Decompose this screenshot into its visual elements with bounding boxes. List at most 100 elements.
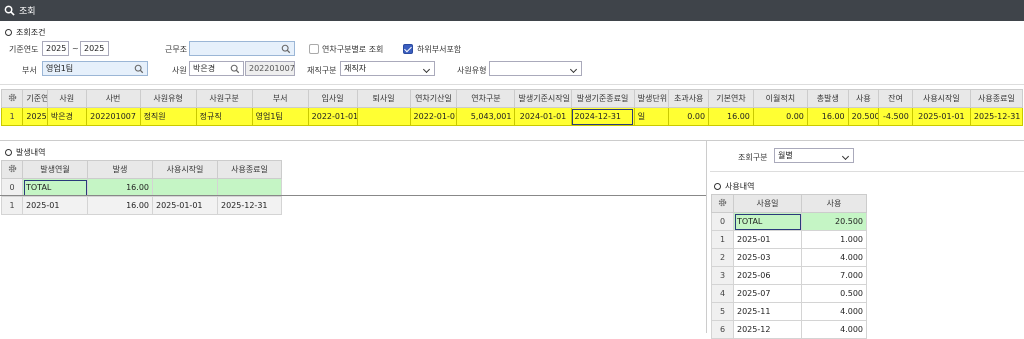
table-cell[interactable]: 2025-07 <box>733 284 802 303</box>
column-header[interactable]: 사용 <box>847 89 880 108</box>
column-header[interactable]: 연차기산일 <box>409 89 458 108</box>
table-cell[interactable]: 2024-12-31 <box>570 107 635 126</box>
table-cell[interactable]: 1.000 <box>801 230 867 249</box>
column-header[interactable]: 부서 <box>251 89 309 108</box>
table-cell[interactable]: 2025-03 <box>733 248 802 267</box>
employee-name-input[interactable]: 박은경 <box>189 61 244 76</box>
magnifier-icon[interactable] <box>134 64 144 74</box>
column-header[interactable]: 총발생 <box>806 89 849 108</box>
column-header[interactable]: 사원구분 <box>195 89 253 108</box>
column-header[interactable]: 사용 <box>801 194 867 213</box>
table-cell[interactable]: 5,043,001 <box>456 107 516 126</box>
table-row[interactable]: 0 TOTAL 16.00 <box>1 178 282 197</box>
table-cell[interactable] <box>152 178 218 197</box>
table-row[interactable]: 1 2025-01 16.00 2025-01-01 2025-12-31 <box>1 196 282 215</box>
table-cell[interactable]: 4.000 <box>801 302 867 321</box>
table-cell[interactable]: 2025-06 <box>733 266 802 285</box>
table-cell[interactable]: 2022-01-01 <box>307 107 358 126</box>
table-cell[interactable] <box>356 107 411 126</box>
row-number: 4 <box>711 284 734 303</box>
table-row[interactable]: 5 2025-11 4.000 <box>711 302 867 321</box>
table-cell[interactable]: 정규직 <box>195 107 253 126</box>
column-header[interactable]: 사용종료일 <box>969 89 1024 108</box>
work-group-input[interactable] <box>189 41 295 56</box>
grid-settings-button[interactable] <box>0 89 24 108</box>
table-cell[interactable]: 2025-01-01 <box>152 196 218 215</box>
table-cell[interactable]: 2022-01-01 <box>409 107 458 126</box>
grid-settings-button[interactable] <box>711 194 734 213</box>
year-to-input[interactable]: 2025 <box>80 41 109 56</box>
table-row[interactable]: 6 2025-12 4.000 <box>711 320 867 339</box>
table-cell[interactable]: 16.00 <box>806 107 849 126</box>
panel-splitter[interactable] <box>706 140 707 333</box>
table-cell[interactable]: TOTAL <box>733 212 802 231</box>
magnifier-icon[interactable] <box>230 64 240 74</box>
column-header[interactable]: 초과사용 <box>668 89 710 108</box>
view-type-select[interactable]: 월별 <box>774 148 854 163</box>
table-cell[interactable]: 0.500 <box>801 284 867 303</box>
table-cell[interactable]: 2025 <box>22 107 48 126</box>
column-header[interactable]: 발생기준종료일 <box>570 89 635 108</box>
table-cell[interactable]: 16.00 <box>87 178 153 197</box>
table-row[interactable]: 2 2025-03 4.000 <box>711 248 867 267</box>
column-header[interactable]: 발생기준시작일 <box>514 89 572 108</box>
table-cell[interactable]: 박은경 <box>46 107 87 126</box>
column-header[interactable]: 연차구분 <box>456 89 516 108</box>
table-cell[interactable]: 정직원 <box>139 107 197 126</box>
table-cell[interactable]: -4.500 <box>878 107 913 126</box>
status-select[interactable]: 재직자 <box>340 61 435 76</box>
column-header[interactable]: 사원 <box>46 89 87 108</box>
table-cell[interactable]: 2025-11 <box>733 302 802 321</box>
table-row[interactable]: 4 2025-07 0.500 <box>711 284 867 303</box>
column-header[interactable]: 입사일 <box>307 89 358 108</box>
column-header[interactable]: 기준연도 <box>22 89 48 108</box>
table-cell[interactable]: 4.000 <box>801 320 867 339</box>
grid-settings-button[interactable] <box>1 160 23 179</box>
table-cell[interactable]: 2025-12-31 <box>969 107 1024 126</box>
table-cell[interactable]: 2025-12 <box>733 320 802 339</box>
table-cell[interactable]: 2025-01 <box>733 230 802 249</box>
column-header[interactable]: 사용시작일 <box>152 160 218 179</box>
table-cell[interactable]: 2024-01-01 <box>514 107 572 126</box>
table-cell[interactable]: 0.00 <box>752 107 808 126</box>
table-cell[interactable]: 2025-01 <box>22 196 88 215</box>
column-header[interactable]: 사용시작일 <box>911 89 971 108</box>
table-cell[interactable]: 20.500 <box>801 212 867 231</box>
table-cell[interactable]: 4.000 <box>801 248 867 267</box>
dept-input[interactable]: 영업1팀 <box>42 61 148 76</box>
table-cell[interactable]: 2025-01-01 <box>911 107 971 126</box>
column-header[interactable]: 사용종료일 <box>217 160 282 179</box>
table-cell[interactable] <box>217 178 282 197</box>
table-cell[interactable]: 0.00 <box>668 107 710 126</box>
row-number: 1 <box>0 107 24 126</box>
table-cell[interactable]: 일 <box>633 107 670 126</box>
table-row[interactable]: 0 TOTAL 20.500 <box>711 212 867 231</box>
column-header[interactable]: 사번 <box>85 89 141 108</box>
column-header[interactable]: 발생단위 <box>633 89 670 108</box>
magnifier-icon[interactable] <box>281 44 291 54</box>
table-row[interactable]: 1 2025 박은경 202201007 정직원 정규직 영업1팀 2022-01-01 202… <box>0 107 1024 126</box>
table-cell[interactable]: 2025-12-31 <box>217 196 282 215</box>
table-cell[interactable]: 7.000 <box>801 266 867 285</box>
criteria-section-title: 조회조건 <box>5 27 45 38</box>
include-sub-dept-checkbox[interactable] <box>403 44 413 54</box>
leave-by-type-checkbox[interactable] <box>309 44 319 54</box>
column-header[interactable]: 퇴사일 <box>356 89 411 108</box>
table-cell[interactable]: 16.00 <box>87 196 153 215</box>
column-header[interactable]: 잔여 <box>878 89 913 108</box>
table-row[interactable]: 3 2025-06 7.000 <box>711 266 867 285</box>
column-header[interactable]: 기본연차 <box>708 89 754 108</box>
table-cell[interactable]: 영업1팀 <box>251 107 309 126</box>
table-cell[interactable]: 202201007 <box>85 107 141 126</box>
table-cell[interactable]: TOTAL <box>22 178 88 197</box>
column-header[interactable]: 이월적치 <box>752 89 808 108</box>
table-row[interactable]: 1 2025-01 1.000 <box>711 230 867 249</box>
table-cell[interactable]: 20.500 <box>847 107 880 126</box>
table-cell[interactable]: 16.00 <box>708 107 754 126</box>
year-from-input[interactable]: 2025 <box>42 41 69 56</box>
emp-type-select[interactable] <box>489 61 582 76</box>
column-header[interactable]: 발생 <box>87 160 153 179</box>
column-header[interactable]: 사용일 <box>733 194 802 213</box>
column-header[interactable]: 사원유형 <box>139 89 197 108</box>
column-header[interactable]: 발생연월 <box>22 160 88 179</box>
